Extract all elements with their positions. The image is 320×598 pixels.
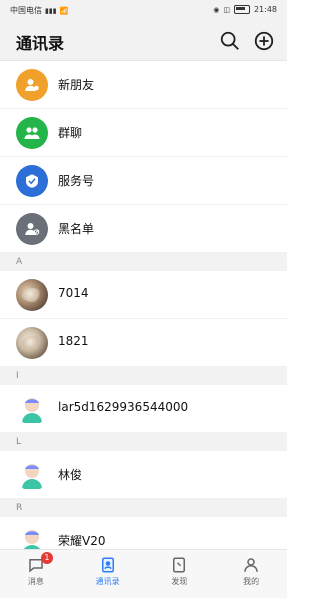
service-account-icon (16, 165, 48, 197)
blacklist-item[interactable]: 黑名单 (0, 205, 287, 253)
contacts-list: 新朋友 群聊 服务号 黑名单 A 7014 1821 I lar5d162993… (0, 61, 287, 565)
new-friends-label: 新朋友 (58, 78, 95, 92)
contact-row[interactable]: 7014 (0, 271, 287, 319)
bottom-navigation: 1 消息 通讯录 发现 我的 (0, 549, 287, 598)
contact-avatar (16, 459, 48, 491)
contact-row[interactable]: 1821 (0, 319, 287, 367)
contact-name: 林俊 (58, 468, 83, 482)
discover-icon (173, 557, 186, 573)
new-friends-item[interactable]: 新朋友 (0, 61, 287, 109)
contact-avatar (16, 279, 48, 311)
contact-row[interactable]: lar5d1629936544000 (0, 385, 287, 433)
contact-name: 7014 (58, 286, 89, 300)
blacklist-label: 黑名单 (58, 222, 95, 236)
contact-avatar (16, 327, 48, 359)
service-account-item[interactable]: 服务号 (0, 157, 287, 205)
signal-icon: ▮▮▮ (45, 6, 57, 15)
contacts-icon (101, 557, 114, 573)
section-header-r: R (0, 499, 287, 517)
carrier-label: 中国电信 (10, 6, 42, 15)
group-chat-icon (16, 117, 48, 149)
profile-icon (244, 558, 258, 572)
battery-icon (233, 5, 250, 14)
nav-messages[interactable]: 1 消息 (0, 550, 72, 598)
page-title: 通讯录 (16, 34, 65, 53)
blacklist-icon (16, 213, 48, 245)
section-header-a: A (0, 253, 287, 271)
contact-name: 荣耀V20 (58, 534, 106, 548)
vibrate-icon: ◫ (223, 5, 230, 14)
nav-label: 通讯录 (95, 577, 120, 586)
group-chat-label: 群聊 (58, 126, 83, 140)
contact-row[interactable]: 林俊 (0, 451, 287, 499)
top-bar: 通讯录 (0, 22, 287, 61)
contact-avatar (16, 393, 48, 425)
add-icon[interactable] (253, 30, 275, 52)
new-friends-icon (16, 69, 48, 101)
group-chat-item[interactable]: 群聊 (0, 109, 287, 157)
nav-contacts[interactable]: 通讯录 (72, 550, 144, 598)
section-header-i: I (0, 367, 287, 385)
nav-label: 消息 (27, 577, 44, 586)
status-bar: 中国电信 ▮▮▮ 📶 ◉ ◫ 21:48 (0, 0, 287, 22)
nav-me[interactable]: 我的 (215, 550, 287, 598)
unread-badge: 1 (40, 552, 53, 564)
section-header-l: L (0, 433, 287, 451)
nav-discover[interactable]: 发现 (144, 550, 216, 598)
wifi-icon: 📶 (59, 6, 69, 15)
nav-label: 我的 (243, 577, 260, 586)
search-icon[interactable] (219, 30, 241, 52)
contact-name: lar5d1629936544000 (58, 400, 189, 414)
eye-icon: ◉ (213, 5, 220, 14)
service-account-label: 服务号 (58, 174, 95, 188)
clock-label: 21:48 (253, 5, 277, 14)
nav-label: 发现 (171, 577, 188, 586)
contact-name: 1821 (58, 334, 89, 348)
